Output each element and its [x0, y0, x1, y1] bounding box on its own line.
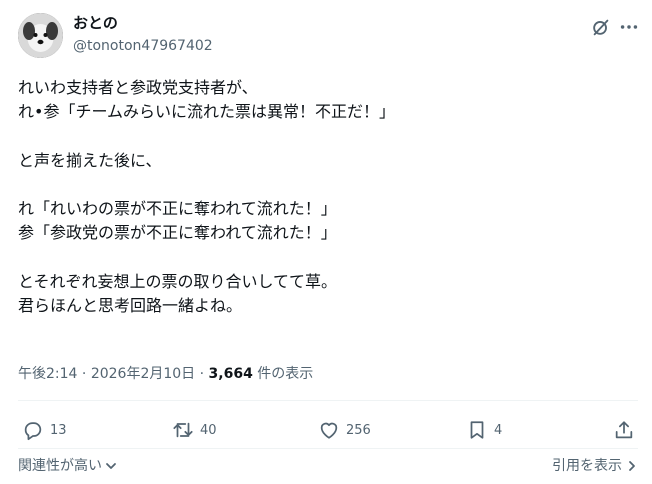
author-display-name[interactable]: おとの [73, 13, 118, 33]
repost-icon [173, 422, 193, 438]
divider [18, 448, 638, 449]
grok-icon[interactable] [589, 15, 613, 39]
views-count: 3,664 [208, 366, 253, 382]
meta-separator: · [81, 366, 87, 382]
sort-label: 関連性が高い [18, 458, 102, 474]
more-icon[interactable] [617, 15, 641, 39]
share-icon [615, 421, 633, 439]
repost-button[interactable]: 40 [172, 418, 217, 442]
reply-button[interactable]: 13 [22, 418, 67, 442]
heart-icon [320, 422, 338, 439]
bookmark-count: 4 [494, 422, 503, 438]
chevron-down-icon [105, 460, 117, 472]
post-meta: 午後2:14 · 2026年2月10日 · 3,664 件の表示 [18, 364, 313, 384]
bookmark-icon [470, 421, 484, 439]
views-label: 件の表示 [257, 366, 314, 382]
avatar[interactable] [18, 13, 63, 58]
like-count: 256 [346, 422, 371, 438]
author-handle[interactable]: @tonoton47967402 [73, 36, 213, 56]
repost-count: 40 [200, 422, 217, 438]
meta-separator: · [199, 366, 205, 382]
share-button[interactable] [613, 418, 635, 442]
post-date[interactable]: 2026年2月10日 [91, 366, 195, 382]
divider [18, 400, 638, 401]
post-time[interactable]: 午後2:14 [18, 366, 77, 382]
chevron-right-icon [626, 460, 638, 472]
bookmark-button[interactable]: 4 [466, 418, 502, 442]
sort-replies-dropdown[interactable]: 関連性が高い [18, 456, 117, 476]
reply-count: 13 [50, 422, 67, 438]
view-quotes-link[interactable]: 引用を表示 [552, 456, 638, 476]
like-button[interactable]: 256 [318, 418, 371, 442]
reply-icon [24, 422, 42, 441]
post-text: れいわ支持者と参政党支持者が、 れ•参「チームみらいに流れた票は異常！不正だ！」… [18, 78, 395, 315]
quotes-label: 引用を表示 [552, 458, 622, 474]
